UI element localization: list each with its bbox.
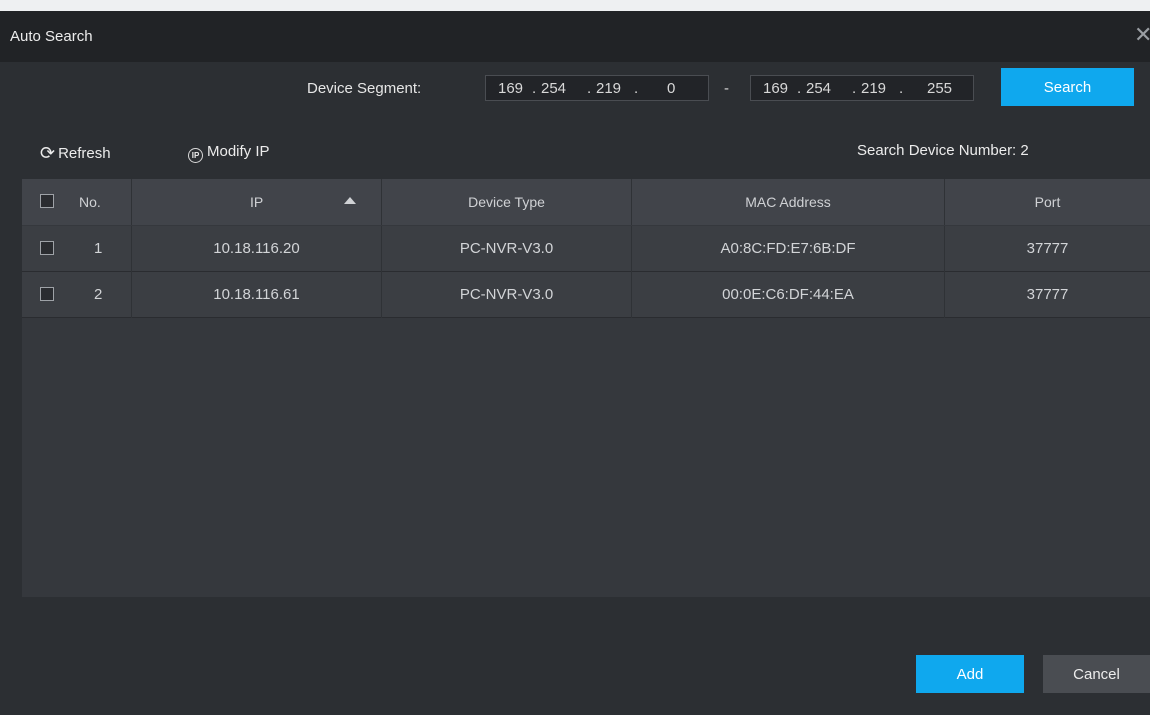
ip-dot: . [852, 80, 857, 97]
ip-octet[interactable]: 0 [667, 80, 675, 97]
header-ip-label: IP [250, 194, 264, 210]
cell-device-type: PC-NVR-V3.0 [382, 226, 632, 272]
header-ip[interactable]: IP [132, 179, 382, 225]
cell-device-type: PC-NVR-V3.0 [382, 272, 632, 318]
header-no[interactable]: No. [22, 179, 132, 225]
ip-octet[interactable]: 169 [763, 80, 788, 97]
header-port[interactable]: Port [945, 179, 1150, 225]
modify-ip-label: Modify IP [207, 143, 270, 160]
table-header: No. IP Device Type MAC Address Port [22, 179, 1150, 225]
window-title: Auto Search [10, 28, 93, 45]
ip-octet[interactable]: 255 [927, 80, 952, 97]
ip-dot: . [899, 80, 904, 97]
search-count-label: Search Device Number: [857, 142, 1017, 159]
ip-dot: . [587, 80, 592, 97]
add-button[interactable]: Add [916, 655, 1024, 693]
header-no-label: No. [79, 194, 101, 210]
cancel-button[interactable]: Cancel [1043, 655, 1150, 693]
cell-port: 37777 [1026, 286, 1069, 303]
row-checkbox[interactable] [40, 287, 54, 301]
ip-octet[interactable]: 254 [806, 80, 831, 97]
ip-octet[interactable]: 219 [861, 80, 886, 97]
select-all-checkbox[interactable] [40, 194, 54, 208]
ip-octet[interactable]: 169 [498, 80, 523, 97]
ip-octet[interactable]: 219 [596, 80, 621, 97]
search-button[interactable]: Search [1001, 68, 1134, 106]
row-checkbox[interactable] [40, 241, 54, 255]
device-segment-label: Device Segment: [307, 80, 422, 97]
cell-ip: 10.18.116.20 [132, 226, 382, 272]
device-table: No. IP Device Type MAC Address Port 1 10… [22, 179, 1150, 597]
refresh-button[interactable]: ⟳ Refresh [40, 143, 111, 164]
row-number: 1 [94, 240, 103, 257]
ip-circle-icon: IP [188, 148, 203, 163]
row-number: 2 [94, 286, 103, 303]
close-icon[interactable]: ✕ [1134, 24, 1150, 46]
ip-dot: . [797, 80, 802, 97]
refresh-icon: ⟳ [40, 143, 56, 163]
refresh-label: Refresh [58, 145, 111, 162]
ip-dot: . [634, 80, 639, 97]
modify-ip-button[interactable]: IP Modify IP [188, 143, 270, 163]
title-bar: Auto Search ✕ [0, 11, 1150, 62]
cell-mac-address: 00:0E:C6:DF:44:EA [632, 272, 945, 318]
cell-no: 2 [22, 272, 132, 318]
header-device-type[interactable]: Device Type [382, 179, 632, 225]
segment-start-ip-input[interactable]: 169 . 254 . 219 . 0 [485, 75, 709, 101]
cell-no: 1 [22, 226, 132, 272]
table-row[interactable]: 2 10.18.116.61 PC-NVR-V3.0 00:0E:C6:DF:4… [22, 272, 1150, 318]
header-mac-address[interactable]: MAC Address [632, 179, 945, 225]
search-device-count: Search Device Number: 2 [857, 142, 1029, 159]
ip-dot: . [532, 80, 537, 97]
ip-octet[interactable]: 254 [541, 80, 566, 97]
cell-mac-address: A0:8C:FD:E7:6B:DF [632, 226, 945, 272]
cell-ip: 10.18.116.61 [132, 272, 382, 318]
table-row[interactable]: 1 10.18.116.20 PC-NVR-V3.0 A0:8C:FD:E7:6… [22, 226, 1150, 272]
segment-range-dash: - [724, 80, 729, 97]
cell-port: 37777 [1026, 240, 1069, 257]
search-count-value: 2 [1020, 142, 1029, 159]
sort-ascending-icon[interactable] [344, 197, 356, 204]
segment-end-ip-input[interactable]: 169 . 254 . 219 . 255 [750, 75, 974, 101]
